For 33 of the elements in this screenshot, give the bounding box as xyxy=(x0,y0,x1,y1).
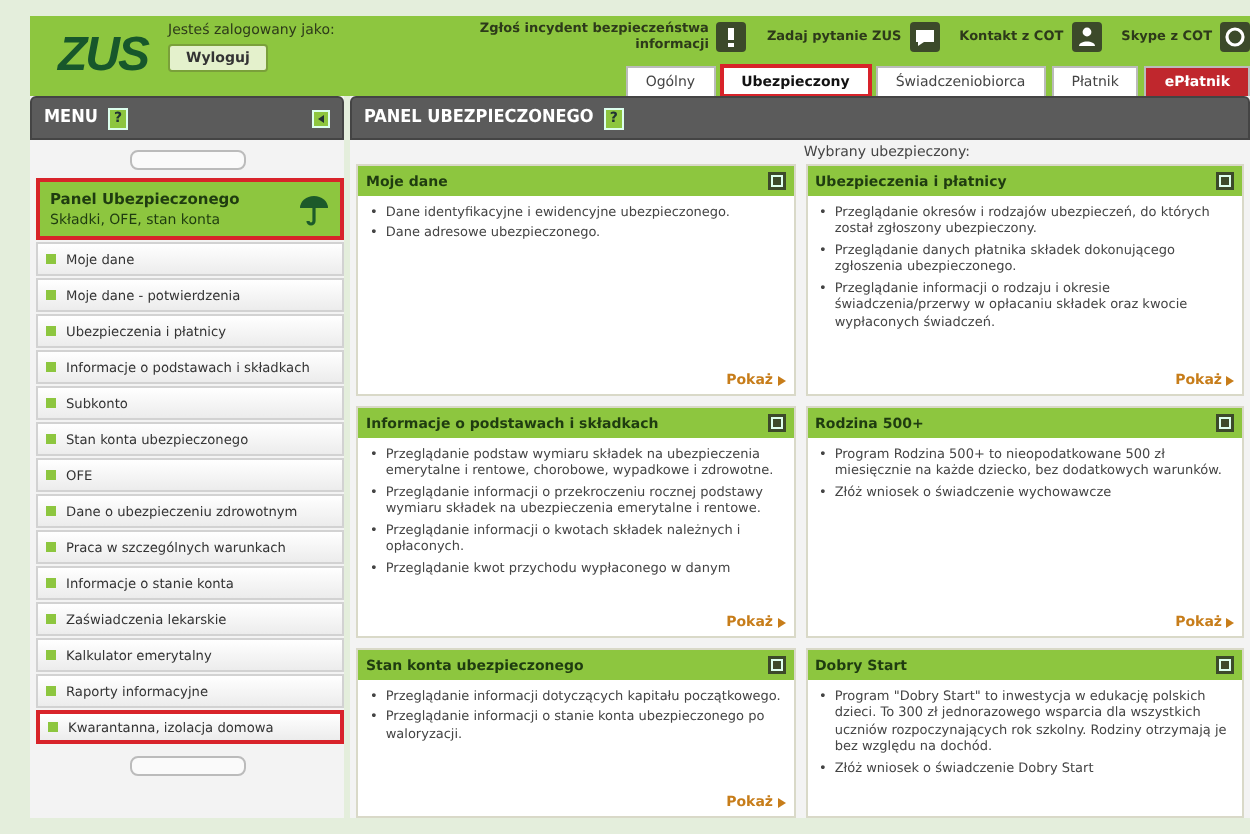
person-icon[interactable] xyxy=(1071,21,1102,51)
umbrella-icon xyxy=(298,193,330,225)
bullet-icon xyxy=(46,614,56,624)
minimize-icon[interactable] xyxy=(767,414,785,432)
bullet-icon xyxy=(46,362,56,372)
bullet-icon xyxy=(46,254,56,264)
bullet-icon xyxy=(46,398,56,408)
bullet-icon xyxy=(46,542,56,552)
warning-icon[interactable] xyxy=(716,21,747,51)
bullet-icon xyxy=(46,434,56,444)
bullet-icon xyxy=(46,470,56,480)
minimize-icon[interactable] xyxy=(1216,656,1234,674)
minimize-icon[interactable] xyxy=(1216,414,1234,432)
bullet-icon xyxy=(46,686,56,696)
panel-heading: PANEL UBEZPIECZONEGO xyxy=(364,108,594,128)
arrow-right-icon xyxy=(1226,617,1234,627)
minimize-icon[interactable] xyxy=(767,172,785,190)
bullet-icon xyxy=(46,506,56,516)
collapse-icon[interactable] xyxy=(312,109,330,127)
arrow-right-icon xyxy=(777,375,785,385)
minimize-icon[interactable] xyxy=(767,656,785,674)
bullet-icon xyxy=(46,578,56,588)
bullet-icon xyxy=(46,290,56,300)
arrow-right-icon xyxy=(1226,375,1234,385)
menu-title: MENU xyxy=(44,108,98,128)
arrow-right-icon xyxy=(777,797,785,807)
bullet-icon xyxy=(46,326,56,336)
minimize-icon[interactable] xyxy=(1216,172,1234,190)
zus-logo: ZUS xyxy=(55,28,151,84)
chat-icon[interactable] xyxy=(909,21,940,51)
arrow-right-icon xyxy=(777,617,785,627)
bullet-icon xyxy=(46,650,56,660)
bullet-icon xyxy=(48,722,58,732)
